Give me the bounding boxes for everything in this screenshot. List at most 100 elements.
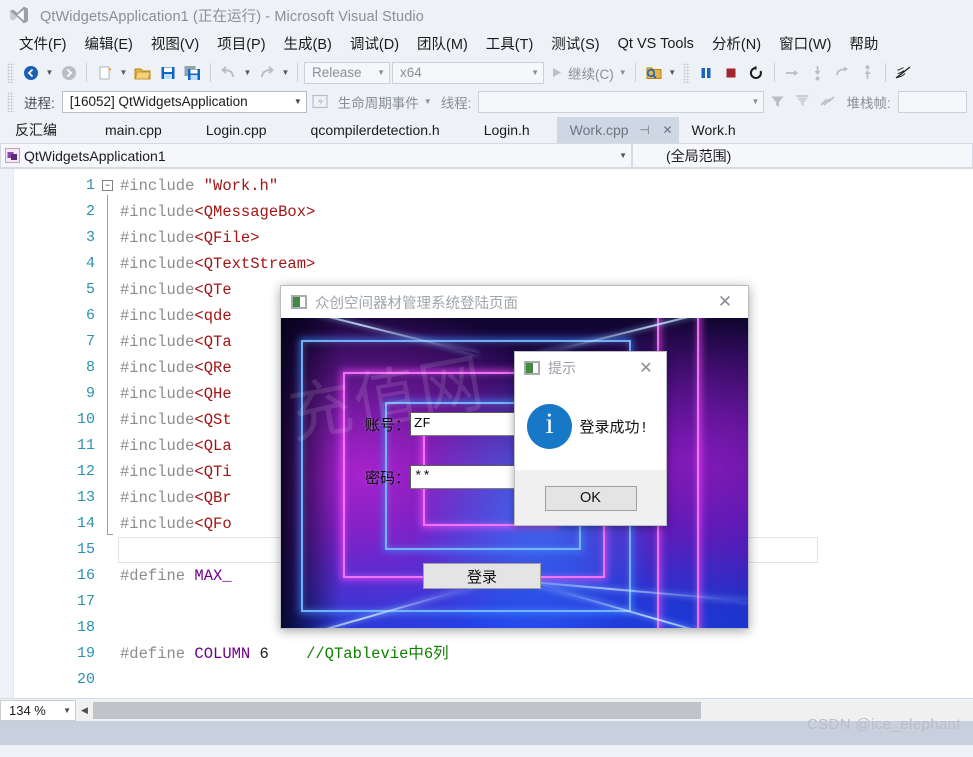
undo-dropdown[interactable]: ▼ [242,62,253,84]
thread-combo[interactable]: ▼ [478,90,765,113]
outlining-margin[interactable]: − [102,169,120,698]
debug-location-toolbar: 进程: [16052] QtWidgetsApplication ▼ 生命周期事… [0,87,973,116]
line-number: 15 [76,541,95,558]
code-token: <QLa [194,437,232,455]
hex-toggle-icon[interactable]: 彡 [892,61,915,84]
code-token: #include [120,333,195,351]
show-next-statement-icon[interactable] [856,61,879,84]
platform-combo[interactable]: x64 ▼ [392,61,544,84]
menu-item-qt-vs-tools[interactable]: Qt VS Tools [609,34,703,54]
toolbar-grip[interactable] [7,62,14,83]
step-out-icon[interactable] [831,61,854,84]
project-scope-combo[interactable]: QtWidgetsApplication1 ▼ [0,143,632,168]
code-line[interactable]: #include<QMessageBox> [120,199,973,225]
navigate-back-dropdown[interactable]: ▼ [44,62,55,84]
outlining-collapse-toggle[interactable]: − [102,173,120,535]
toolbar-grip[interactable] [7,91,14,112]
menu-item-build[interactable]: 生成(B) [275,31,341,56]
filter-icon[interactable] [766,90,789,113]
line-number: 13 [76,489,95,506]
menu-item-analyze[interactable]: 分析(N) [703,31,770,56]
line-number: 4 [85,255,95,272]
code-token: #include [120,229,195,247]
editor-status-bar: 134 % ▼ ◀ [0,698,973,721]
menu-item-window[interactable]: 窗口(W) [770,31,840,56]
close-icon[interactable]: ✕ [702,286,748,318]
menu-item-debug[interactable]: 调试(D) [341,31,408,56]
menu-item-tools[interactable]: 工具(T) [477,31,543,56]
menu-item-test[interactable]: 测试(S) [542,31,608,56]
line-number: 14 [76,515,95,532]
flag-icon[interactable] [816,90,839,113]
menu-item-team[interactable]: 团队(M) [408,31,477,56]
new-item-dropdown[interactable]: ▼ [118,62,129,84]
step-over-icon[interactable] [781,61,804,84]
tab-main-cpp[interactable]: main.cpp [92,117,175,143]
tab-login-h[interactable]: Login.h [471,117,543,143]
scrollbar-track[interactable] [93,701,973,719]
pin-icon[interactable]: ⊣ [638,123,652,137]
scroll-left-arrow-icon[interactable]: ◀ [76,702,93,719]
member-scope-combo[interactable]: (全局范围) [632,143,973,168]
outlining-cell [102,615,120,641]
navigate-back-icon[interactable] [19,61,42,84]
code-line[interactable]: #include "Work.h" [120,173,973,199]
line-number: 2 [85,203,95,220]
outlining-cell [102,641,120,667]
tab-disassembly[interactable]: 反汇编 [2,117,70,143]
line-number: 8 [85,359,95,376]
menu-item-help[interactable]: 帮助 [840,31,887,56]
stackframe-combo[interactable] [897,90,967,113]
save-icon[interactable] [156,61,179,84]
code-line[interactable] [120,667,973,693]
code-line[interactable]: #define COLUMN 6 //QTablevie中6列 [120,641,973,667]
message-box-dialog[interactable]: 提示 ✕ i 登录成功! OK [514,351,667,526]
menu-item-edit[interactable]: 编辑(E) [76,31,142,56]
tab-login-cpp[interactable]: Login.cpp [193,117,280,143]
lifecycle-events-button[interactable]: 生命周期事件 ▼ [334,90,434,113]
pause-icon[interactable] [695,61,718,84]
ok-button[interactable]: OK [544,485,637,511]
open-folder-icon[interactable] [131,61,154,84]
qt-dialog-title: 众创空间器材管理系统登陆页面 [315,295,518,312]
stop-icon[interactable] [720,61,743,84]
undo-icon[interactable] [217,61,240,84]
close-icon[interactable]: ✕ [661,123,675,137]
filter-clear-icon[interactable] [791,90,814,113]
menu-item-project[interactable]: 项目(P) [208,31,274,56]
find-dropdown[interactable]: ▼ [667,62,678,84]
zoom-level-combo[interactable]: 134 % ▼ [0,699,76,721]
message-box-footer: OK [515,469,666,525]
play-icon [553,68,561,77]
redo-icon[interactable] [255,61,278,84]
window-title: QtWidgetsApplication1 (正在运行) - Microsoft… [40,8,424,25]
tab-work-h[interactable]: Work.h [679,117,749,143]
menu-item-view[interactable]: 视图(V) [142,31,208,56]
tab-qcompilerdetection-h[interactable]: qcompilerdetection.h [298,117,453,143]
restart-icon[interactable] [745,61,768,84]
indicator-margin[interactable] [0,169,14,698]
collapse-minus-icon[interactable]: − [102,180,113,191]
step-into-icon[interactable] [806,61,829,84]
process-combo[interactable]: [16052] QtWidgetsApplication ▼ [61,90,307,113]
tab-work-cpp[interactable]: Work.cpp ⊣ ✕ [556,117,679,143]
code-line[interactable]: #include<QTextStream> [120,251,973,277]
lifecycle-events-icon[interactable] [309,90,332,113]
navigate-forward-icon[interactable] [57,61,80,84]
new-item-icon[interactable] [93,61,116,84]
continue-button[interactable]: 继续(C) ▼ [546,61,629,84]
code-token: #include [120,281,195,299]
code-token: <QFo [194,515,232,533]
build-configuration-combo[interactable]: Release ▼ [304,61,390,84]
horizontal-scrollbar[interactable]: ◀ [76,701,973,719]
find-in-files-icon[interactable] [642,61,665,84]
save-all-icon[interactable] [181,61,204,84]
menu-item-file[interactable]: 文件(F) [10,31,76,56]
scrollbar-thumb[interactable] [93,701,701,719]
toolbar-grip[interactable] [682,62,690,83]
code-line[interactable]: #include<QFile> [120,225,973,251]
line-number: 19 [76,645,95,662]
close-icon[interactable]: ✕ [626,352,666,383]
redo-dropdown[interactable]: ▼ [280,62,291,84]
login-button[interactable]: 登录 [423,563,541,589]
